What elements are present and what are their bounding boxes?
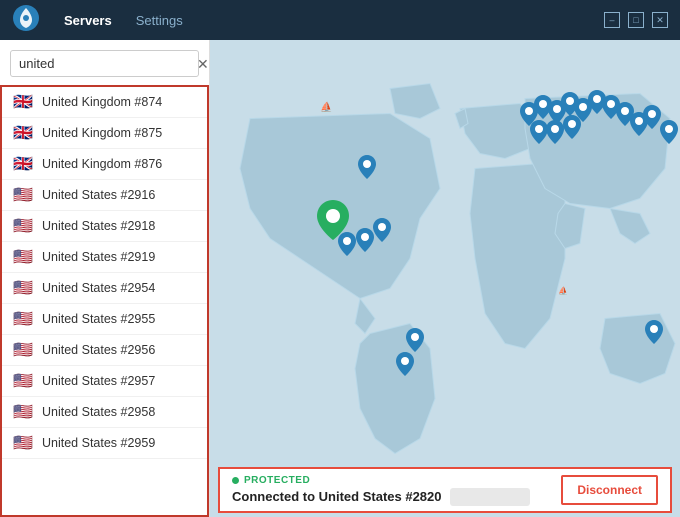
server-list-item[interactable]: 🇺🇸 United States #2959 bbox=[2, 428, 207, 459]
window-controls: – □ ✕ bbox=[604, 12, 668, 28]
flag-icon: 🇬🇧 bbox=[12, 94, 34, 110]
map-pin-us-4[interactable] bbox=[373, 218, 391, 247]
tab-settings[interactable]: Settings bbox=[128, 9, 191, 32]
status-protected-row: PROTECTED bbox=[232, 475, 551, 486]
server-name: United States #2958 bbox=[42, 405, 155, 419]
map-pin-sa-2[interactable] bbox=[396, 352, 414, 381]
map-pin-europe-10[interactable] bbox=[643, 105, 661, 134]
server-list-item[interactable]: 🇺🇸 United States #2918 bbox=[2, 211, 207, 242]
map-pin-australia[interactable] bbox=[645, 320, 663, 349]
server-list-item[interactable]: 🇺🇸 United States #2955 bbox=[2, 304, 207, 335]
search-box: ✕ bbox=[10, 50, 199, 77]
svg-text:⛵: ⛵ bbox=[558, 286, 568, 296]
title-bar: Servers Settings – □ ✕ bbox=[0, 0, 680, 40]
server-name: United States #2957 bbox=[42, 374, 155, 388]
status-bar: PROTECTED Connected to United States #28… bbox=[218, 467, 672, 513]
server-name: United Kingdom #876 bbox=[42, 157, 162, 171]
map-pin-us-2[interactable] bbox=[338, 232, 356, 261]
map-area: ⛵ ⛵ ⛵ bbox=[210, 40, 680, 517]
server-name: United Kingdom #875 bbox=[42, 126, 162, 140]
server-name: United Kingdom #874 bbox=[42, 95, 162, 109]
server-name: United States #2954 bbox=[42, 281, 155, 295]
flag-icon: 🇺🇸 bbox=[12, 342, 34, 358]
status-info: PROTECTED Connected to United States #28… bbox=[232, 475, 551, 506]
flag-icon: 🇺🇸 bbox=[12, 373, 34, 389]
close-button[interactable]: ✕ bbox=[652, 12, 668, 28]
main-layout: ✕ 🇬🇧 United Kingdom #874 🇬🇧 United Kingdom … bbox=[0, 40, 680, 517]
protected-label: PROTECTED bbox=[244, 475, 310, 486]
server-list-item[interactable]: 🇺🇸 United States #2956 bbox=[2, 335, 207, 366]
server-list-item[interactable]: 🇺🇸 United States #2919 bbox=[2, 242, 207, 273]
server-name: United States #2916 bbox=[42, 188, 155, 202]
map-pin-mid-3[interactable] bbox=[563, 115, 581, 144]
map-pin-us-3[interactable] bbox=[356, 228, 374, 257]
flag-icon: 🇺🇸 bbox=[12, 187, 34, 203]
server-list: 🇬🇧 United Kingdom #874 🇬🇧 United Kingdom #8… bbox=[0, 85, 209, 517]
flag-icon: 🇺🇸 bbox=[12, 435, 34, 451]
flag-icon: 🇬🇧 bbox=[12, 156, 34, 172]
flag-icon: 🇺🇸 bbox=[12, 280, 34, 296]
maximize-button[interactable]: □ bbox=[628, 12, 644, 28]
flag-icon: 🇬🇧 bbox=[12, 125, 34, 141]
server-name: United States #2955 bbox=[42, 312, 155, 326]
sidebar: ✕ 🇬🇧 United Kingdom #874 🇬🇧 United Kingdom … bbox=[0, 40, 210, 517]
svg-text:⛵: ⛵ bbox=[320, 101, 332, 114]
server-name: United States #2918 bbox=[42, 219, 155, 233]
server-list-item[interactable]: 🇬🇧 United Kingdom #875 bbox=[2, 118, 207, 149]
connected-text: Connected to United States #2820 bbox=[232, 489, 442, 504]
search-container: ✕ bbox=[0, 40, 209, 85]
flag-icon: 🇺🇸 bbox=[12, 218, 34, 234]
server-name: United States #2959 bbox=[42, 436, 155, 450]
server-list-item[interactable]: 🇺🇸 United States #2916 bbox=[2, 180, 207, 211]
clear-button[interactable]: ✕ bbox=[195, 57, 211, 71]
status-wrapper: PROTECTED Connected to United States #28… bbox=[210, 463, 680, 517]
tab-servers[interactable]: Servers bbox=[56, 9, 120, 32]
map-pin-mid-2[interactable] bbox=[546, 120, 564, 149]
app-logo bbox=[12, 4, 40, 37]
flag-icon: 🇺🇸 bbox=[12, 249, 34, 265]
nav-tabs: Servers Settings bbox=[56, 9, 191, 32]
flag-icon: 🇺🇸 bbox=[12, 404, 34, 420]
ip-address bbox=[450, 488, 530, 506]
flag-icon: 🇺🇸 bbox=[12, 311, 34, 327]
map-pin-canada[interactable] bbox=[358, 155, 376, 184]
server-list-item[interactable]: 🇬🇧 United Kingdom #876 bbox=[2, 149, 207, 180]
server-list-item[interactable]: 🇺🇸 United States #2958 bbox=[2, 397, 207, 428]
server-list-item[interactable]: 🇬🇧 United Kingdom #874 bbox=[2, 87, 207, 118]
search-input[interactable] bbox=[19, 56, 195, 71]
disconnect-button[interactable]: Disconnect bbox=[561, 475, 658, 505]
minimize-button[interactable]: – bbox=[604, 12, 620, 28]
server-list-item[interactable]: 🇺🇸 United States #2954 bbox=[2, 273, 207, 304]
server-list-item[interactable]: 🇺🇸 United States #2957 bbox=[2, 366, 207, 397]
server-name: United States #2956 bbox=[42, 343, 155, 357]
map-pin-far-right[interactable] bbox=[660, 120, 678, 149]
green-dot-icon bbox=[232, 477, 239, 484]
server-name: United States #2919 bbox=[42, 250, 155, 264]
